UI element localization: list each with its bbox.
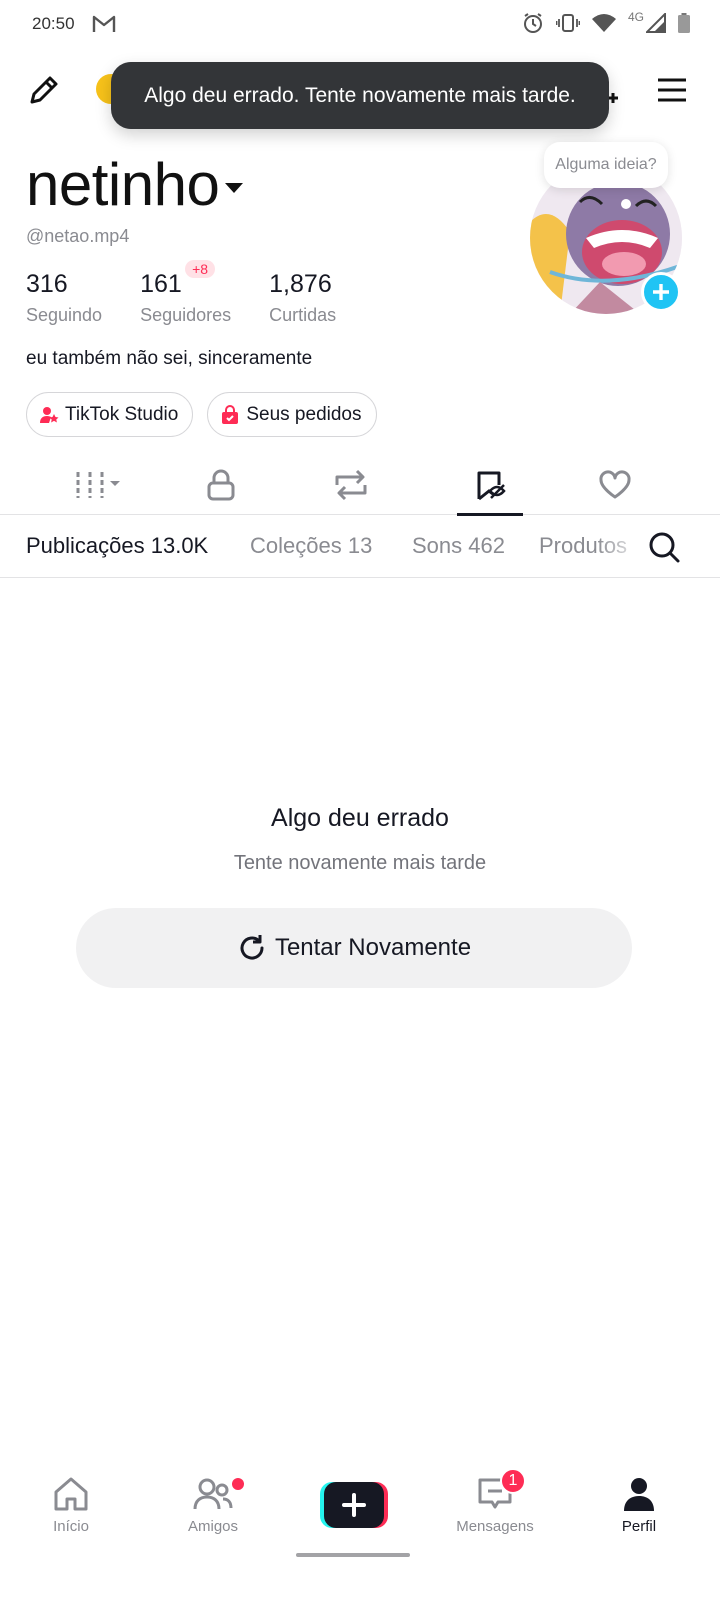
display-name: netinho [26, 151, 220, 218]
notification-dot [232, 1478, 244, 1490]
edit-pencil-icon[interactable] [26, 72, 62, 108]
nav-label: Perfil [621, 1518, 657, 1535]
profile-chips: TikTok Studio Seus pedidos [26, 392, 377, 437]
profile-bio: eu também não sei, sinceramente [26, 348, 313, 369]
retry-button[interactable]: Tentar Novamente [76, 908, 632, 988]
profile-icon [624, 1478, 654, 1511]
home-icon [54, 1477, 88, 1511]
lock-icon [207, 469, 235, 501]
avatar-idea-bubble[interactable]: Alguma ideia? [544, 142, 668, 188]
tab-reposts[interactable] [286, 455, 416, 515]
repost-icon [335, 469, 367, 501]
nav-profile[interactable]: Perfil [584, 1476, 694, 1535]
account-switcher[interactable]: netinho [26, 150, 244, 219]
nav-friends[interactable]: Amigos [158, 1476, 268, 1535]
stat-value: 161 [140, 270, 182, 298]
status-time: 20:50 [32, 14, 75, 33]
stat-label: Seguidores [140, 305, 232, 325]
orders-button[interactable]: Seus pedidos [207, 392, 377, 437]
stat-label: Seguindo [26, 305, 103, 325]
subtab-collections[interactable]: Coleções 13 [250, 533, 372, 559]
subtab-sounds[interactable]: Sons 462 [412, 533, 505, 559]
stat-following[interactable]: 316 Seguindo [26, 270, 102, 326]
collection-sub-tabs: Publicações 13.0K Coleções 13 Sons 462 P… [0, 516, 720, 578]
profile-stats: 316 Seguindo 161 Seguidores +8 1,876 Cur… [26, 260, 374, 326]
stat-value: 316 [26, 270, 68, 298]
network-type: 4G [627, 10, 644, 24]
plus-icon [653, 284, 669, 300]
subtab-posts[interactable]: Publicações 13.0K [26, 533, 208, 559]
username-handle: @netao.mp4 [26, 226, 130, 246]
home-indicator [296, 1553, 410, 1557]
retry-label: Tentar Novamente [274, 934, 472, 961]
error-title: Algo deu errado [271, 804, 449, 832]
stat-likes[interactable]: 1,876 Curtidas [269, 270, 336, 326]
gmail-icon [92, 15, 116, 32]
refresh-icon [240, 935, 264, 960]
create-button[interactable] [320, 1482, 388, 1528]
alarm-icon [523, 13, 542, 33]
heart-icon [599, 470, 631, 499]
caret-down-icon [225, 182, 244, 193]
error-subtitle: Tente novamente mais tarde [233, 852, 487, 874]
content-icon-tabs [0, 455, 720, 516]
status-bar: 20:50 4G [0, 0, 720, 50]
tiktok-studio-icon [40, 406, 59, 423]
battery-icon [678, 13, 690, 33]
shopping-bag-icon [222, 404, 239, 424]
chip-label: TikTok Studio [65, 403, 179, 425]
followers-delta-badge: +8 [185, 260, 216, 278]
tab-private[interactable] [156, 455, 286, 515]
tab-liked[interactable] [550, 455, 680, 515]
tiktok-studio-button[interactable]: TikTok Studio [26, 392, 194, 437]
saved-icon [477, 471, 506, 501]
nav-label: Mensagens [456, 1518, 534, 1535]
menu-icon[interactable] [656, 76, 688, 104]
nav-label: Amigos [187, 1518, 239, 1535]
nav-inbox[interactable]: Mensagens 1 [440, 1468, 550, 1535]
messages-badge: 1 [500, 1468, 526, 1494]
search-button[interactable] [646, 530, 686, 566]
error-toast: Algo deu errado. Tente novamente mais ta… [111, 62, 609, 129]
wifi-icon [591, 14, 616, 32]
tab-videos-grid[interactable] [34, 455, 164, 515]
nav-home[interactable]: Início [16, 1476, 126, 1535]
tab-saved[interactable] [425, 455, 555, 516]
friends-icon [193, 1478, 233, 1510]
stat-label: Curtidas [269, 305, 337, 325]
grid-icon [76, 472, 120, 498]
vibrate-icon [555, 14, 580, 32]
stat-followers[interactable]: 161 Seguidores +8 [140, 260, 232, 326]
chip-label: Seus pedidos [246, 403, 362, 425]
signal-icon [646, 13, 666, 33]
search-icon [649, 532, 680, 563]
nav-label: Início [53, 1518, 89, 1535]
tabs-fade [596, 516, 646, 576]
add-story-button[interactable] [641, 272, 681, 312]
stat-value: 1,876 [269, 270, 332, 298]
